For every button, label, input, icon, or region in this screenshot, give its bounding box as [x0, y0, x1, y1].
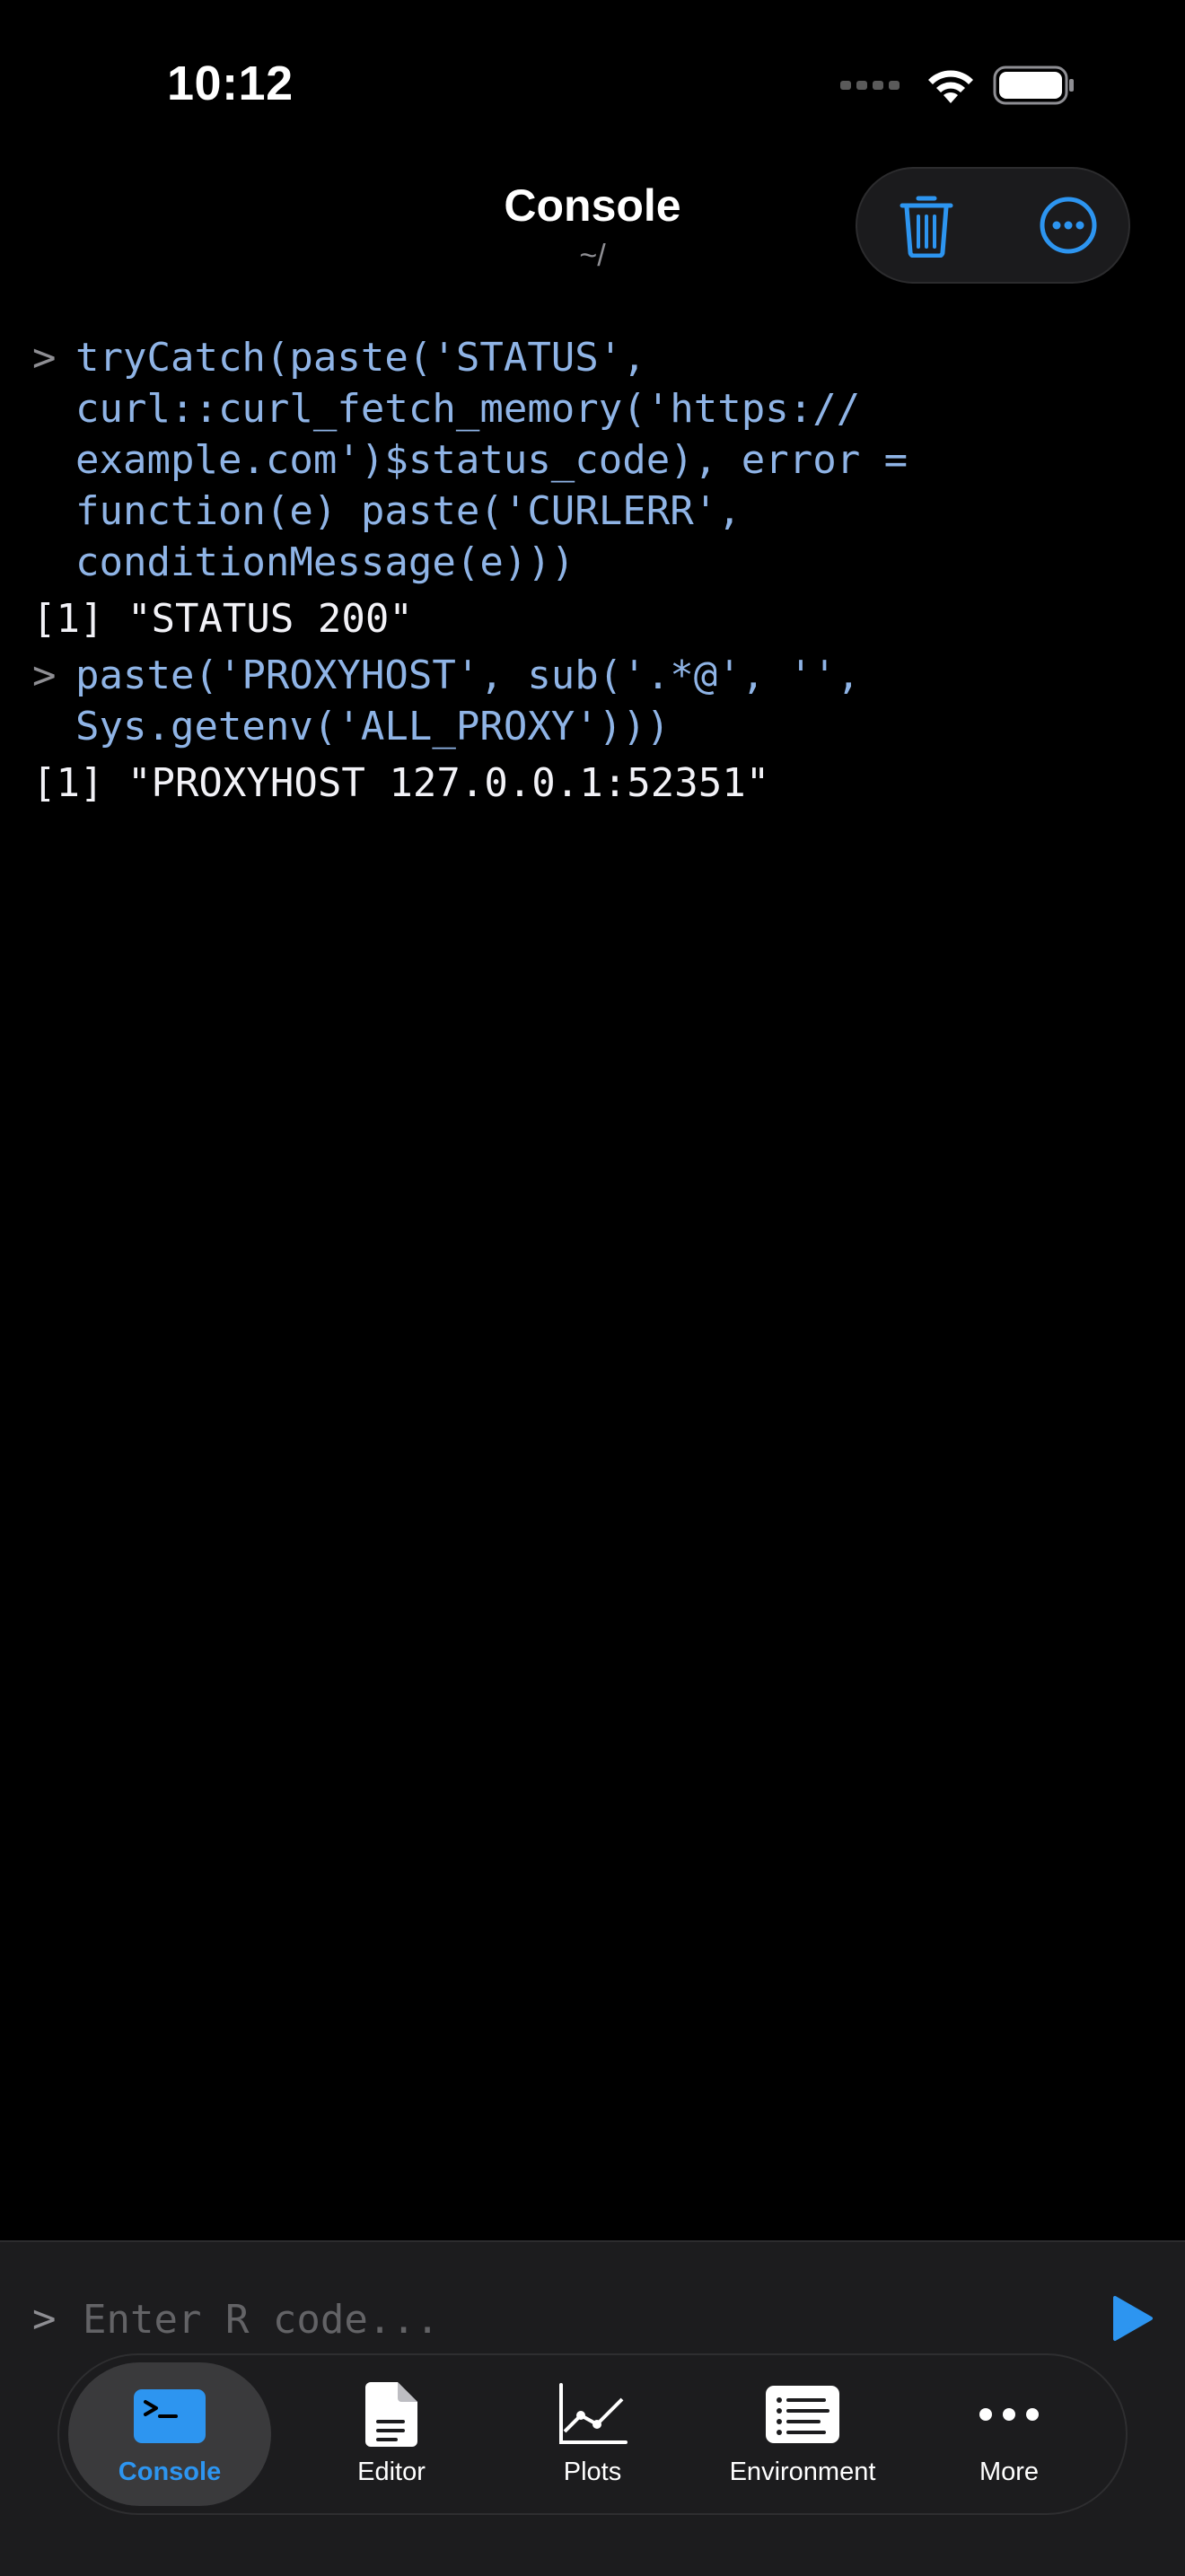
tab-label: Plots: [563, 2458, 622, 2486]
command-text: paste('PROXYHOST', sub('.*@', '', Sys.ge…: [75, 653, 861, 749]
play-icon: [1113, 2296, 1153, 2341]
input-prompt: >: [32, 2296, 57, 2342]
console-prompt: >: [32, 653, 57, 698]
tab-console[interactable]: Console: [68, 2362, 271, 2506]
console-command: > tryCatch(paste('STATUS', curl::curl_fe…: [32, 332, 1154, 588]
console-command: > paste('PROXYHOST', sub('.*@', '', Sys.…: [32, 650, 1154, 752]
tab-more[interactable]: More: [937, 2355, 1081, 2513]
trash-icon: [900, 196, 953, 258]
tab-label: Editor: [357, 2458, 426, 2486]
ellipsis-circle-icon: [1040, 197, 1097, 254]
wifi-icon: [928, 70, 973, 103]
list-icon: [763, 2380, 842, 2449]
cellular-signal-icon: [840, 81, 900, 90]
tab-label: Environment: [729, 2458, 876, 2486]
status-icons: [840, 63, 1075, 108]
console-output: > tryCatch(paste('STATUS', curl::curl_fe…: [32, 332, 1154, 814]
ellipsis-icon: [973, 2380, 1045, 2449]
tab-environment[interactable]: Environment: [698, 2355, 907, 2513]
run-button[interactable]: [1110, 2294, 1154, 2343]
console-result: [1] "STATUS 200": [32, 596, 413, 642]
console-prompt: >: [32, 335, 57, 381]
tab-plots[interactable]: Plots: [521, 2355, 664, 2513]
clear-console-button[interactable]: [868, 169, 985, 282]
tab-bar: Console Editor Plots Environment More: [57, 2353, 1128, 2515]
console-result: [1] "PROXYHOST 127.0.0.1:52351": [32, 760, 770, 806]
command-text: tryCatch(paste('STATUS', curl::curl_fetc…: [75, 335, 908, 585]
document-icon: [363, 2380, 420, 2449]
terminal-icon: [131, 2382, 208, 2450]
tab-label: More: [979, 2458, 1040, 2486]
tab-label: Console: [118, 2458, 222, 2486]
more-options-button[interactable]: [1010, 169, 1127, 282]
tab-editor[interactable]: Editor: [320, 2355, 463, 2513]
r-code-input[interactable]: [81, 2287, 1072, 2352]
battery-icon: [993, 66, 1074, 105]
line-chart-icon: [557, 2380, 628, 2449]
toolbar-actions: [856, 167, 1130, 284]
status-time: 10:12: [167, 57, 294, 110]
